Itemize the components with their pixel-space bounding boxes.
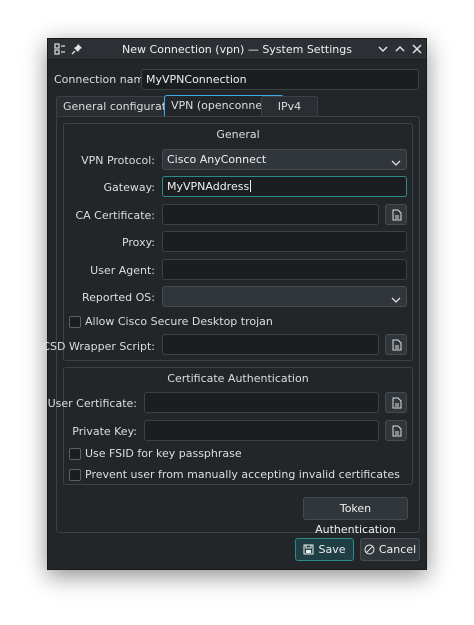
gateway-value: MyVPNAddress — [167, 180, 250, 193]
user-agent-input[interactable] — [162, 259, 407, 280]
file-open-icon — [392, 339, 402, 351]
user-certificate-label: User Certificate: — [47, 397, 137, 410]
save-button[interactable]: Save — [295, 538, 354, 561]
gateway-input[interactable]: MyVPNAddress — [162, 176, 407, 197]
reported-os-label: Reported OS: — [81, 291, 155, 304]
allow-csd-label: Allow Cisco Secure Desktop trojan — [85, 315, 273, 328]
save-label: Save — [318, 543, 346, 556]
reported-os-select[interactable] — [162, 286, 407, 307]
cancel-icon — [364, 544, 375, 555]
user-certificate-browse-button[interactable] — [385, 392, 407, 413]
user-agent-label: User Agent: — [90, 264, 155, 277]
private-key-label: Private Key: — [72, 425, 137, 438]
close-icon[interactable] — [410, 42, 424, 56]
window-title: New Connection (vpn) — System Settings — [122, 43, 352, 56]
general-group-title: General — [216, 128, 260, 141]
vpn-protocol-label: VPN Protocol: — [81, 154, 155, 167]
fsid-label: Use FSID for key passphrase — [85, 447, 242, 460]
chevron-down-icon — [391, 292, 401, 303]
ca-certificate-input[interactable] — [162, 204, 379, 225]
prevent-invalid-cert-checkbox[interactable] — [69, 469, 81, 481]
ca-certificate-browse-button[interactable] — [385, 204, 407, 225]
proxy-input[interactable] — [162, 231, 407, 252]
cancel-button[interactable]: Cancel — [360, 538, 420, 561]
file-open-icon — [392, 397, 402, 409]
csd-wrapper-browse-button[interactable] — [385, 334, 407, 355]
prevent-invalid-cert-label: Prevent user from manually accepting inv… — [85, 468, 400, 481]
private-key-browse-button[interactable] — [385, 420, 407, 441]
dialog-window: New Connection (vpn) — System Settings C… — [42, 38, 427, 570]
file-open-icon — [392, 209, 402, 221]
token-authentication-button[interactable]: Token Authentication — [303, 497, 408, 536]
title-bar[interactable]: New Connection (vpn) — System Settings — [48, 39, 426, 60]
chevron-down-icon — [391, 155, 401, 166]
text-cursor — [250, 180, 252, 192]
vpn-protocol-select[interactable]: Cisco AnyConnect — [162, 149, 407, 170]
tab-ipv4[interactable]: IPv4 — [261, 96, 318, 117]
vpn-protocol-value: Cisco AnyConnect — [167, 153, 267, 166]
gateway-label: Gateway: — [103, 181, 156, 194]
connection-name-label: Connection name: — [54, 73, 155, 86]
proxy-label: Proxy: — [121, 236, 155, 249]
save-icon — [303, 544, 314, 555]
file-open-icon — [392, 425, 402, 437]
allow-csd-checkbox[interactable] — [69, 316, 81, 328]
cancel-label: Cancel — [378, 543, 417, 556]
user-certificate-input[interactable] — [144, 392, 379, 413]
fsid-checkbox[interactable] — [69, 448, 81, 460]
csd-wrapper-input[interactable] — [162, 334, 379, 355]
ca-certificate-label: CA Certificate: — [75, 209, 155, 222]
private-key-input[interactable] — [144, 420, 379, 441]
csd-wrapper-label: CSD Wrapper Script: — [42, 340, 155, 353]
cert-auth-group-title: Certificate Authentication — [167, 372, 309, 385]
maximize-chevron-icon[interactable] — [393, 42, 407, 56]
minimize-chevron-icon[interactable] — [376, 42, 390, 56]
connection-name-input[interactable]: MyVPNConnection — [141, 69, 419, 90]
